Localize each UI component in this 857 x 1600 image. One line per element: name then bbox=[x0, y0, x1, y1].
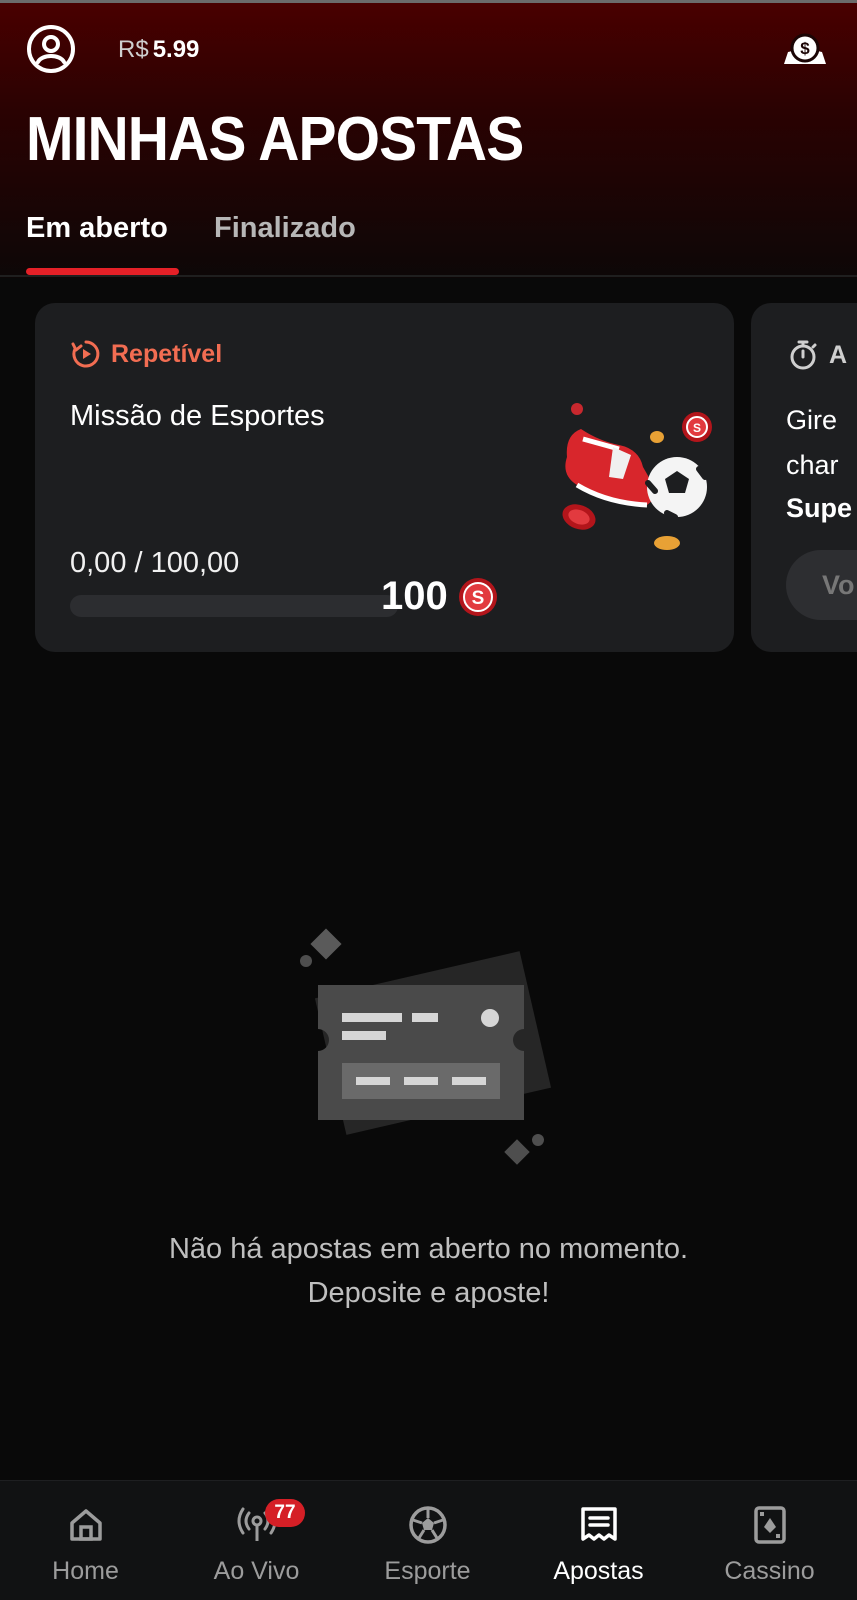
playing-card-icon bbox=[754, 1506, 786, 1544]
empty-state-cta: Deposite e aposte! bbox=[307, 1277, 550, 1309]
svg-text:S: S bbox=[693, 421, 701, 435]
nav-live[interactable]: 77 Ao Vivo bbox=[171, 1481, 342, 1600]
ticket-illustration bbox=[300, 928, 552, 1165]
tab-open-bets[interactable]: Em aberto bbox=[26, 212, 168, 245]
user-circle-icon[interactable] bbox=[26, 24, 76, 74]
header-divider bbox=[0, 275, 857, 277]
bet-slip-icon bbox=[581, 1507, 617, 1541]
home-icon bbox=[70, 1509, 102, 1541]
stopwatch-icon bbox=[790, 340, 817, 370]
reward-amount: 100 bbox=[381, 574, 448, 618]
mission-card[interactable]: Repetível Missão de Esportes 0,00 / 100,… bbox=[35, 303, 734, 652]
nav-bets-label: Apostas bbox=[553, 1557, 644, 1585]
mission-card-2[interactable]: A Gire char Supe Vo bbox=[751, 303, 857, 652]
nav-sports-label: Esporte bbox=[384, 1557, 471, 1585]
mission-2-text-1: Gire bbox=[786, 405, 838, 435]
mission-badge: Repetível bbox=[71, 339, 222, 369]
soccer-cleat-ball-coins-illustration: S bbox=[562, 403, 712, 550]
nav-home[interactable]: Home bbox=[0, 1481, 171, 1600]
nav-casino-label: Cassino bbox=[724, 1557, 815, 1585]
mission-2-badge-label: A bbox=[829, 340, 848, 369]
nav-bets[interactable]: Apostas bbox=[513, 1481, 684, 1600]
cash-coin-icon[interactable]: $ bbox=[780, 30, 830, 68]
live-count-badge: 77 bbox=[265, 1499, 305, 1527]
mission-progress-text: 0,00 / 100,00 bbox=[70, 547, 240, 579]
tab-finished-bets[interactable]: Finalizado bbox=[214, 212, 356, 245]
balance-amount: 5.99 bbox=[152, 36, 200, 63]
empty-state-message: Não há apostas em aberto no momento. bbox=[168, 1233, 689, 1265]
soccer-ball-icon bbox=[409, 1506, 447, 1544]
mission-2-badge: A bbox=[787, 339, 847, 371]
bottom-nav: Home 77 Ao Vivo Esporte Apostas Cassino bbox=[0, 1480, 857, 1600]
mission-badge-label: Repetível bbox=[111, 339, 223, 368]
nav-casino[interactable]: Cassino bbox=[684, 1481, 855, 1600]
svg-text:S: S bbox=[471, 588, 484, 609]
nav-live-label: Ao Vivo bbox=[213, 1557, 300, 1585]
coin-s-icon: S bbox=[458, 577, 497, 616]
mission-2-text-3: Supe bbox=[786, 493, 853, 523]
nav-sports[interactable]: Esporte bbox=[342, 1481, 513, 1600]
svg-text:$: $ bbox=[800, 39, 810, 58]
repeat-play-icon bbox=[71, 340, 100, 368]
mission-reward: 100 S bbox=[381, 574, 498, 619]
mission-progress-bar bbox=[70, 595, 398, 617]
nav-home-label: Home bbox=[52, 1557, 119, 1585]
screen: R$ 5.99 $ MINHAS APOSTAS Em aberto Finali… bbox=[0, 0, 857, 1600]
mission-2-text-2: char bbox=[786, 450, 839, 480]
mission-2-button[interactable]: Vo bbox=[786, 550, 857, 620]
balance-currency: R$ bbox=[118, 36, 149, 63]
mission-title: Missão de Esportes bbox=[70, 400, 325, 432]
balance-display[interactable]: R$ 5.99 bbox=[118, 36, 199, 64]
active-tab-indicator bbox=[26, 268, 179, 275]
page-title: MINHAS APOSTAS bbox=[26, 105, 524, 174]
header: R$ 5.99 $ MINHAS APOSTAS Em aberto Finali… bbox=[0, 0, 857, 278]
